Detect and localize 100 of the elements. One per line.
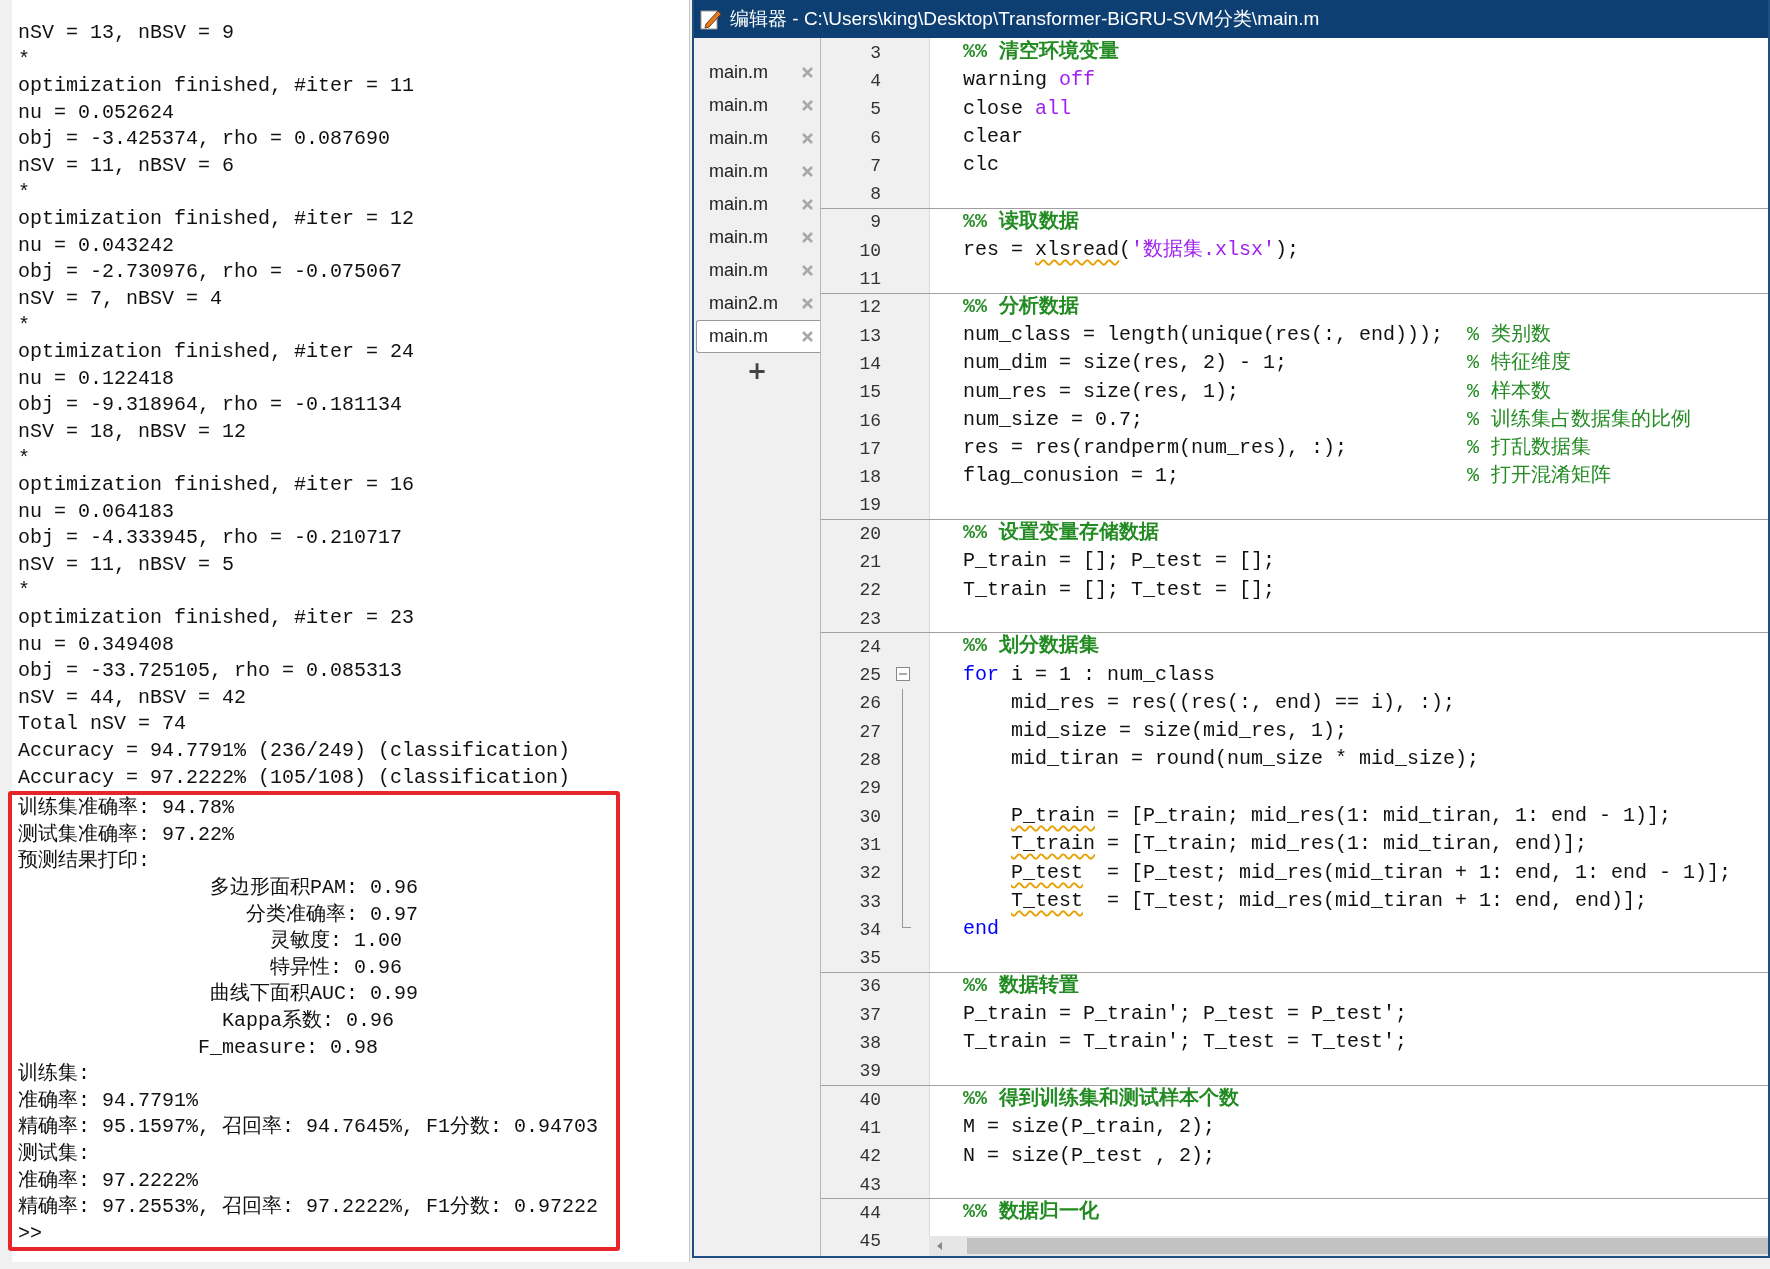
- line-number: 20: [858, 523, 881, 544]
- console-line: nu = 0.349408: [17, 631, 176, 658]
- console-line: Accuracy = 94.7791% (236/249) (classification): [17, 738, 572, 765]
- close-icon[interactable]: [801, 264, 814, 277]
- console-line: obj = -4.333945, rho = -0.210717: [17, 525, 404, 552]
- console-line: optimization finished, #iter = 12: [17, 206, 416, 233]
- close-icon[interactable]: [801, 330, 814, 343]
- file-tab[interactable]: main.m: [696, 221, 820, 254]
- file-tab[interactable]: main.m: [696, 56, 820, 89]
- close-icon[interactable]: [801, 198, 814, 211]
- command-prompt[interactable]: >>: [16, 1220, 616, 1248]
- line-number: 32: [858, 863, 881, 884]
- close-icon[interactable]: [801, 165, 814, 178]
- line-number: 12: [858, 297, 881, 318]
- code-line: warning off: [963, 68, 1096, 92]
- window-title: 编辑器 - C:\Users\king\Desktop\Transformer-BiGRU-SVM分类\main.m: [730, 7, 1320, 31]
- line-number: 27: [858, 721, 881, 742]
- result-line: 预测结果打印:: [17, 848, 151, 875]
- result-line: 精确率: 95.1597%, 召回率: 94.7645%, F1分数: 0.94703: [17, 1114, 600, 1141]
- line-number: 28: [858, 750, 881, 771]
- file-tab[interactable]: main.m: [696, 254, 820, 287]
- add-tab-button[interactable]: +: [740, 357, 774, 385]
- close-icon[interactable]: [801, 297, 814, 310]
- code-line: clear: [963, 124, 1023, 148]
- code-line: mid_tiran = round(num_size * mid_size);: [1011, 747, 1480, 771]
- code-line: %% 划分数据集: [963, 634, 1099, 658]
- console-line: nSV = 7, nBSV = 4: [17, 285, 224, 312]
- line-number: 26: [858, 693, 881, 714]
- line-number: 19: [858, 495, 881, 516]
- result-line: 准确率: 97.2222%: [17, 1167, 200, 1194]
- scroll-left-icon[interactable]: [935, 1241, 945, 1251]
- result-line: 训练集准确率: 94.78%: [17, 795, 235, 822]
- line-number: 40: [858, 1089, 881, 1110]
- result-line: F_measure: 0.98: [197, 1034, 380, 1061]
- line-number: 18: [858, 467, 881, 488]
- file-tab[interactable]: main.m: [696, 188, 820, 221]
- line-number: 11: [858, 269, 881, 289]
- console-line: optimization finished, #iter = 24: [17, 339, 416, 366]
- file-tab[interactable]: main.m: [696, 122, 820, 155]
- line-number: 36: [858, 976, 881, 997]
- line-number: 33: [858, 891, 881, 912]
- line-number: 24: [858, 636, 881, 657]
- code-line: mid_res = res((res(:, end) == i), :);: [1011, 690, 1456, 714]
- result-line: 曲线下面积AUC: 0.99: [209, 981, 420, 1008]
- line-number: 10: [858, 240, 881, 261]
- code-line: %% 得到训练集和测试样本个数: [963, 1087, 1239, 1110]
- result-line: 准确率: 94.7791%: [17, 1087, 200, 1114]
- line-number: 17: [858, 438, 881, 459]
- close-icon[interactable]: [801, 231, 814, 244]
- code-line: T_train = [T_train; mid_res(1: mid_tiran, end)];: [1011, 832, 1588, 856]
- result-line: 灵敏度: 1.00: [269, 928, 404, 955]
- code-line: %% 数据转置: [963, 973, 1079, 997]
- code-line: num_size = 0.7; % 训练集占数据集的比例: [963, 407, 1692, 431]
- close-icon[interactable]: [801, 99, 814, 112]
- line-number: 14: [858, 353, 881, 374]
- file-tab[interactable]: main.m: [696, 155, 820, 188]
- result-line: Kappa系数: 0.96: [221, 1007, 396, 1034]
- line-number: 34: [858, 919, 881, 940]
- file-tab[interactable]: main.m: [696, 89, 820, 122]
- code-line: close all: [963, 96, 1072, 120]
- result-line: 分类准确率: 0.97: [245, 901, 420, 928]
- line-number: 43: [858, 1174, 881, 1195]
- console-line: optimization finished, #iter = 16: [17, 472, 416, 499]
- console-line: nSV = 13, nBSV = 9: [17, 20, 236, 46]
- line-number: 29: [858, 778, 881, 799]
- console-line: *: [17, 312, 31, 339]
- code-line: P_train = P_train'; P_test = P_test';: [963, 1002, 1408, 1026]
- line-number: 35: [858, 948, 881, 969]
- console-line: nu = 0.122418: [17, 365, 176, 392]
- console-line: nSV = 18, nBSV = 12: [17, 418, 248, 445]
- code-line: mid_size = size(mid_res, 1);: [1011, 719, 1348, 743]
- console-line: obj = -3.425374, rho = 0.087690: [17, 126, 392, 153]
- fold-toggle-icon[interactable]: [896, 666, 910, 681]
- code-line: %% 分析数据: [963, 294, 1079, 318]
- file-tab[interactable]: main2.m: [696, 287, 820, 320]
- console-line: *: [17, 179, 31, 206]
- line-number: 31: [858, 834, 881, 855]
- code-line: for i = 1 : num_class: [963, 662, 1216, 686]
- line-number: 7: [869, 155, 881, 176]
- result-line: 多边形面积PAM: 0.96: [209, 875, 420, 901]
- line-number: 39: [858, 1061, 881, 1082]
- file-tab[interactable]: main.m: [696, 320, 820, 353]
- code-line: %% 设置变量存储数据: [963, 521, 1159, 545]
- code-line: res = res(randperm(num_res), :); % 打乱数据集: [963, 436, 1592, 460]
- close-icon[interactable]: [801, 132, 814, 145]
- horizontal-scrollbar[interactable]: [929, 1236, 1768, 1256]
- console-line: nSV = 11, nBSV = 5: [17, 551, 236, 578]
- line-number: 5: [869, 99, 881, 120]
- result-line: 精确率: 97.2553%, 召回率: 97.2222%, F1分数: 0.97222: [17, 1194, 600, 1221]
- console-line: nSV = 11, nBSV = 6: [17, 152, 236, 179]
- result-line: 特异性: 0.96: [269, 954, 404, 981]
- line-number: 38: [858, 1033, 881, 1054]
- line-number: 8: [869, 184, 881, 205]
- close-icon[interactable]: [801, 66, 814, 79]
- code-line: %% 数据归一化: [963, 1200, 1099, 1224]
- line-number: 16: [858, 410, 881, 431]
- line-number: 41: [858, 1117, 881, 1138]
- line-number: 3: [869, 42, 881, 63]
- console-line: Total nSV = 74: [17, 711, 188, 738]
- code-line: %% 读取数据: [963, 209, 1079, 233]
